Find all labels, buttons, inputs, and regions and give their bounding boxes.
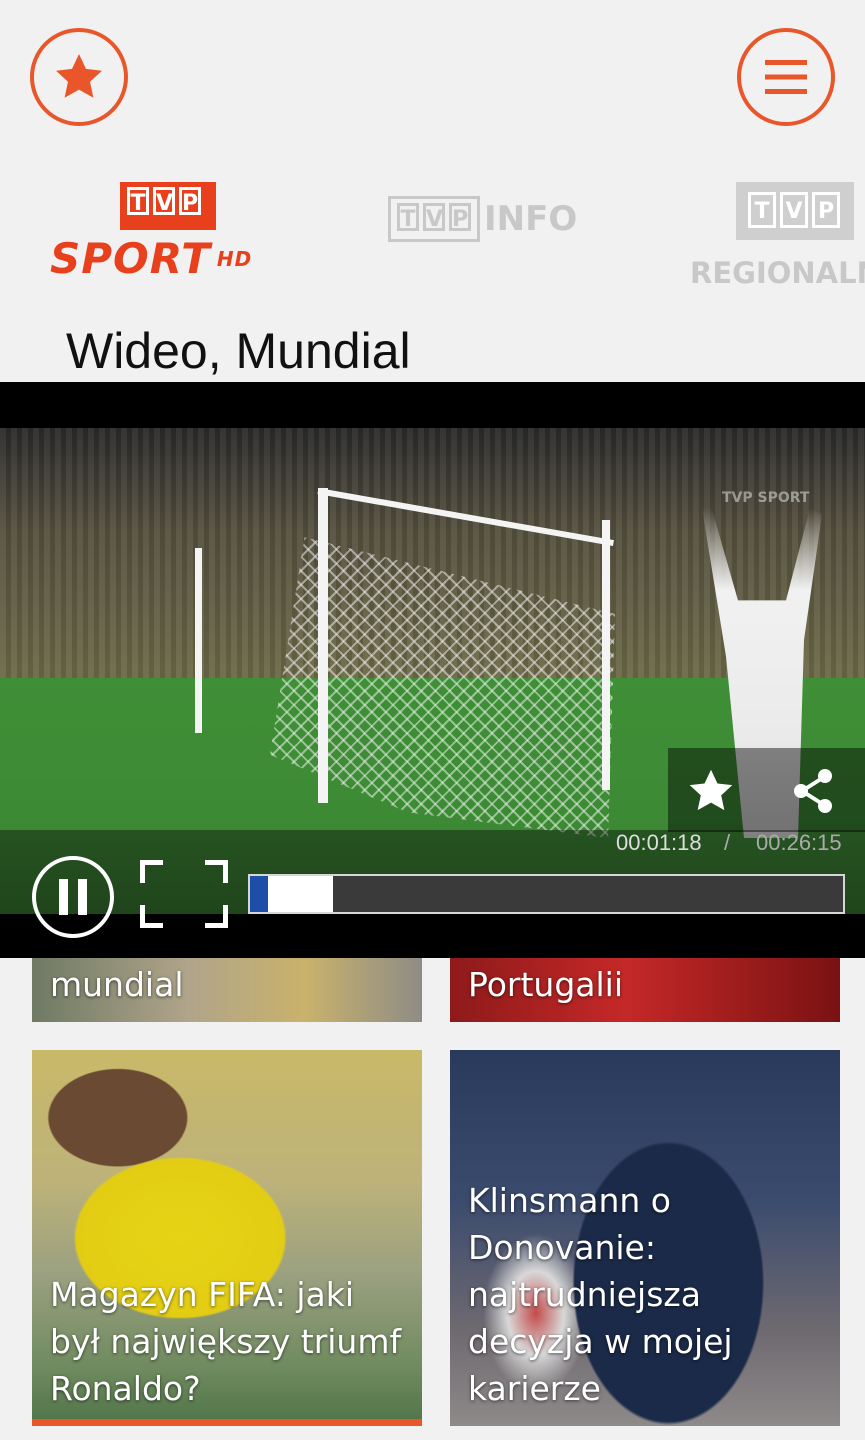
goal-post xyxy=(602,520,610,790)
channel-name: REGIONALN xyxy=(690,256,865,290)
star-icon xyxy=(689,769,733,811)
channel-name: INFO xyxy=(484,199,578,239)
favorite-video-button[interactable] xyxy=(686,766,736,821)
article-grid: mundial Portugalii Magazyn FIFA: jaki by… xyxy=(32,900,840,1426)
fullscreen-icon xyxy=(205,860,228,883)
article-title: Klinsmann o Donovanie: najtrudniejsza de… xyxy=(468,1181,733,1408)
played-progress xyxy=(250,876,268,912)
seek-bar[interactable] xyxy=(248,874,845,914)
menu-button[interactable] xyxy=(737,28,835,126)
pause-icon xyxy=(78,879,87,915)
fullscreen-button[interactable] xyxy=(140,860,228,928)
hamburger-menu-icon xyxy=(765,60,807,94)
tvp-logo: TVP xyxy=(388,196,480,242)
article-title: Portugalii xyxy=(468,965,624,1004)
fullscreen-icon xyxy=(140,860,163,883)
star-icon xyxy=(56,54,102,98)
share-icon xyxy=(794,769,832,813)
section-title: Wideo, Mundial xyxy=(66,323,411,379)
time-separator: / xyxy=(724,830,731,855)
favorites-button[interactable] xyxy=(30,28,128,126)
pause-icon xyxy=(59,879,68,915)
goal-post xyxy=(195,548,202,733)
pause-button[interactable] xyxy=(32,856,114,938)
article-tile[interactable]: Klinsmann o Donovanie: najtrudniejsza de… xyxy=(450,1050,840,1426)
fullscreen-icon xyxy=(205,905,228,928)
tvp-logo: TVP xyxy=(736,182,854,240)
goal-post xyxy=(318,488,328,803)
article-title: Magazyn FIFA: jaki był największy triumf… xyxy=(50,1275,402,1408)
tvp-logo: TVP xyxy=(120,182,216,230)
share-button[interactable] xyxy=(788,766,838,821)
fullscreen-icon xyxy=(140,905,163,928)
current-time: 00:01:18 xyxy=(616,830,702,855)
video-player[interactable]: TVP SPORT 00:01:18 / 00:26:15 xyxy=(0,382,865,958)
article-title: mundial xyxy=(50,965,184,1004)
channel-tvp-info[interactable]: TVP INFO xyxy=(388,196,577,242)
article-tile[interactable]: Magazyn FIFA: jaki był największy triumf… xyxy=(32,1050,422,1426)
channel-name: SPORT HD xyxy=(50,234,253,283)
total-duration: 00:26:15 xyxy=(756,830,842,855)
channel-watermark: TVP SPORT xyxy=(722,490,810,506)
